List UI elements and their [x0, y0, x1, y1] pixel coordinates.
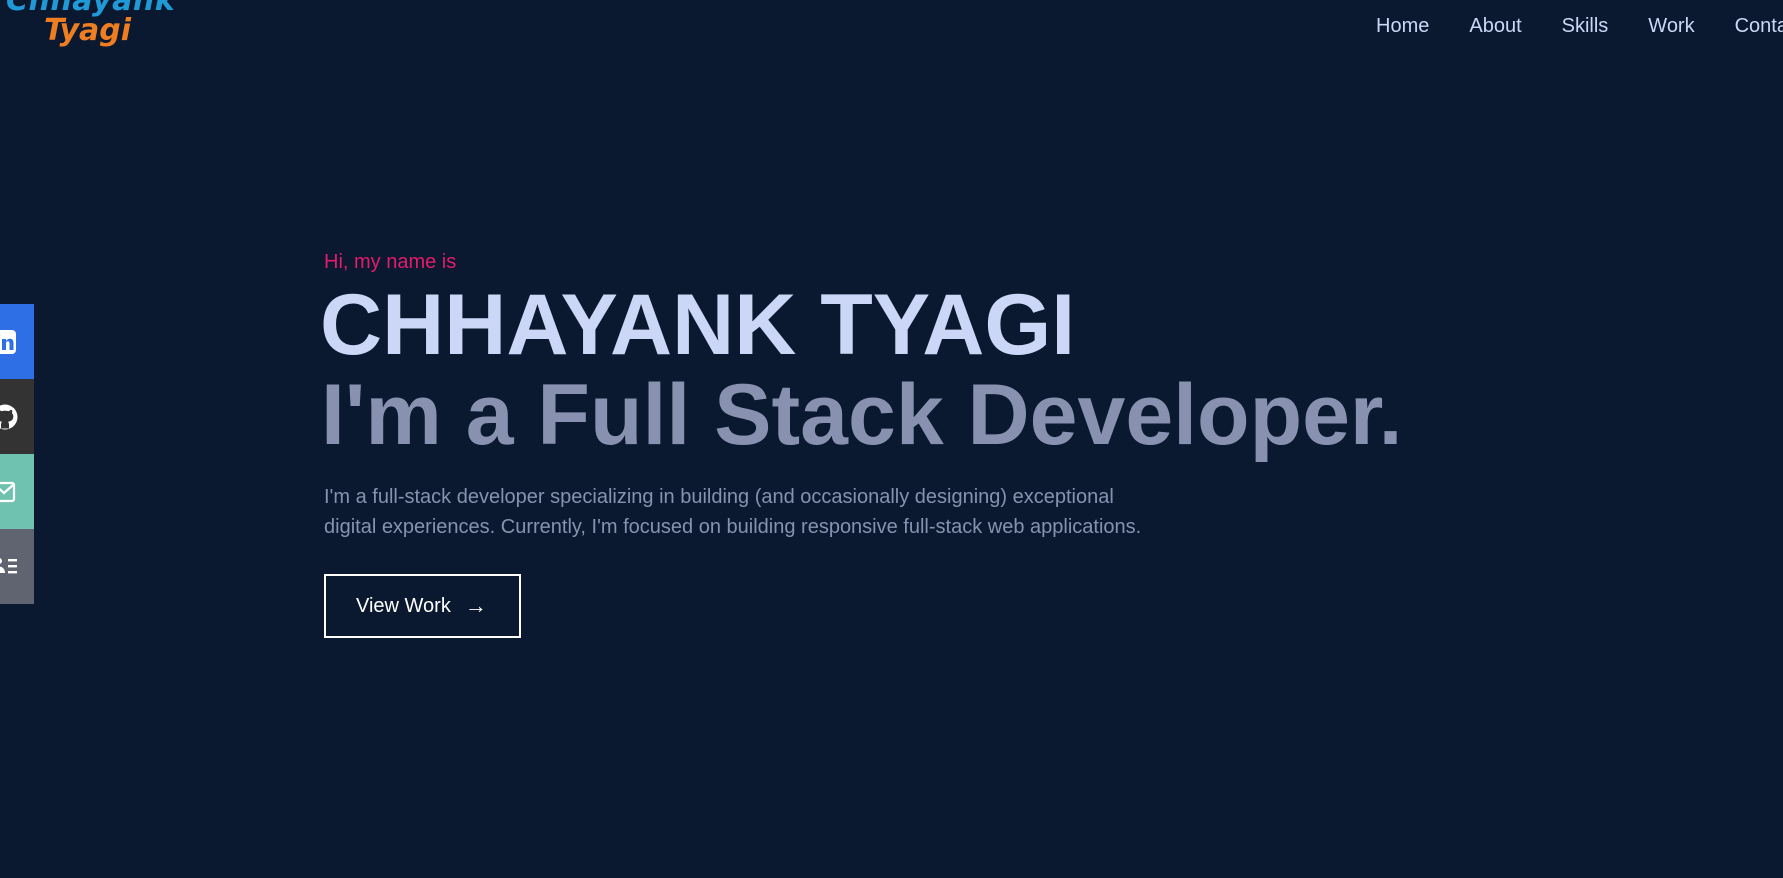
view-work-label: View Work — [356, 594, 451, 617]
email-link[interactable] — [0, 454, 34, 529]
resume-link[interactable] — [0, 529, 34, 604]
nav-item-contact[interactable]: Contact — [1735, 12, 1783, 40]
site-logo[interactable]: Chhayank Tyagi — [6, 0, 196, 56]
hero-description: I'm a full-stack developer specializing … — [324, 482, 1204, 542]
github-link[interactable] — [0, 379, 34, 454]
resume-icon — [0, 553, 19, 581]
nav-item-work[interactable]: Work — [1648, 12, 1694, 40]
hero-tagline: I'm a Full Stack Developer. — [321, 367, 1403, 463]
hero-section: Hi, my name is CHHAYANK TYAGI I'm a Full… — [320, 248, 1524, 638]
email-icon — [0, 479, 17, 505]
github-icon — [0, 403, 19, 431]
arrow-right-icon: → — [464, 593, 487, 618]
linkedin-icon — [0, 329, 17, 355]
nav-item-skills[interactable]: Skills — [1562, 12, 1609, 40]
greeting-text: Hi, my name is — [324, 251, 457, 273]
hero-description-line-1: I'm a full-stack developer specializing … — [324, 486, 1114, 508]
linkedin-link[interactable] — [0, 304, 34, 379]
main-nav: Home About Skills Work Contact — [1376, 12, 1783, 40]
nav-item-about[interactable]: About — [1469, 12, 1521, 40]
hero-description-line-2: digital experiences. Currently, I'm focu… — [324, 516, 1142, 538]
logo-line-2: Tyagi — [44, 13, 132, 48]
social-sidebar — [0, 304, 34, 604]
hero-name: CHHAYANK TYAGI — [320, 277, 1076, 373]
nav-item-home[interactable]: Home — [1376, 12, 1429, 40]
view-work-button[interactable]: View Work → — [324, 574, 521, 638]
